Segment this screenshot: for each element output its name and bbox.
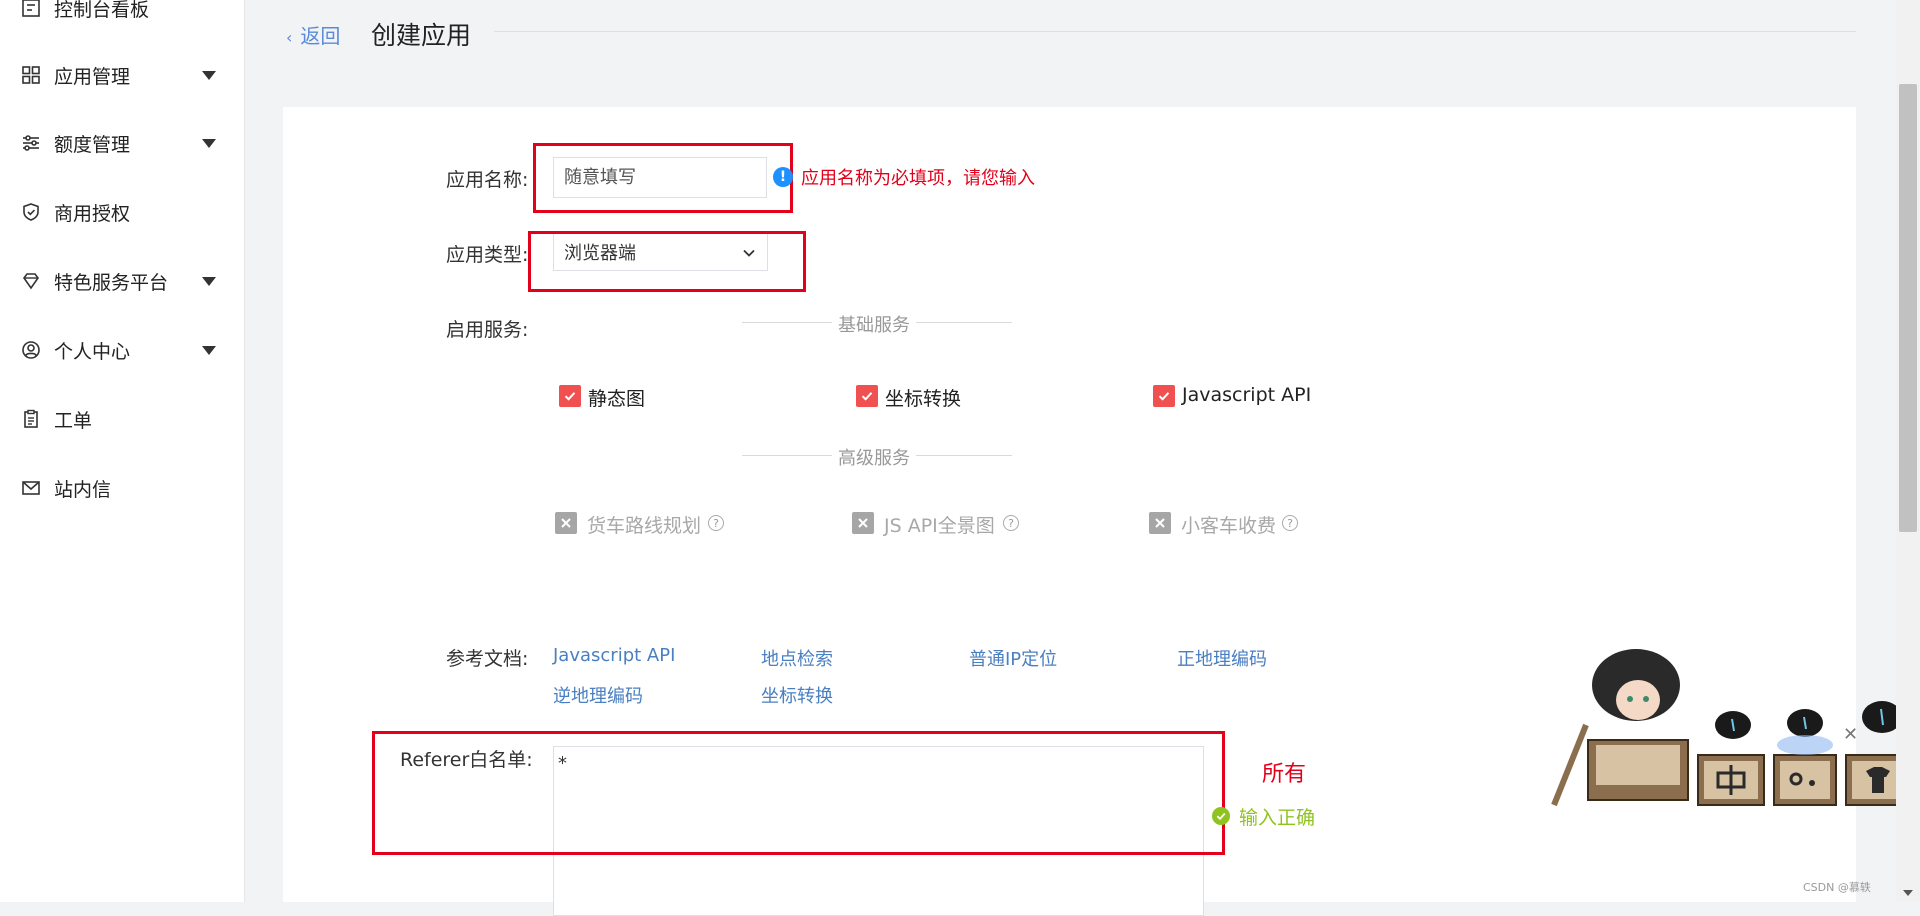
check-icon: [1158, 392, 1170, 401]
app-name-error: 应用名称为必填项，请您输入: [801, 168, 1035, 189]
sidebar-item-label: 控制台看板: [54, 0, 150, 21]
scroll-down-icon[interactable]: [1903, 890, 1913, 896]
sidebar-item-label: 应用管理: [54, 65, 131, 88]
x-icon: [561, 518, 571, 528]
help-icon[interactable]: ?: [1282, 515, 1298, 531]
doc-link-javascript-api[interactable]: Javascript API: [553, 645, 675, 666]
sidebar-item-label: 工单: [54, 409, 93, 432]
close-icon[interactable]: ✕: [1843, 724, 1858, 745]
error-icon: !: [773, 167, 793, 187]
sidebar-item-commercial-license[interactable]: 商用授权: [0, 192, 244, 232]
scrollbar[interactable]: [1896, 0, 1920, 902]
sidebar-item-work-order[interactable]: 工单: [0, 399, 244, 439]
clipboard-icon: [20, 408, 42, 430]
sidebar-item-label: 特色服务平台: [54, 271, 169, 294]
referer-textarea[interactable]: *: [553, 746, 1204, 916]
caret-down-icon: [202, 138, 216, 148]
doc-link-reverse-geocoding[interactable]: 逆地理编码: [553, 682, 643, 708]
sidebar-item-label: 个人中心: [54, 340, 131, 363]
app-type-select[interactable]: 浏览器端: [553, 233, 768, 271]
doc-link-place-search[interactable]: 地点检索: [761, 645, 833, 671]
back-label: 返回: [300, 24, 341, 48]
help-icon[interactable]: ?: [708, 515, 724, 531]
checkbox-javascript-api[interactable]: [1153, 385, 1175, 407]
sidebar-item-dashboard[interactable]: 控制台看板: [0, 0, 244, 28]
sidebar: 控制台看板 应用管理 额度管理 商用授权 特色服务平台 个人中心 工单 站内信: [0, 0, 245, 902]
app-name-input[interactable]: [553, 157, 767, 198]
checkbox-label: JS API全景图: [884, 515, 995, 537]
services-label: 启用服务:: [446, 319, 529, 341]
chevron-down-icon: [743, 249, 755, 257]
checkbox-car-toll[interactable]: [1149, 512, 1171, 534]
checkbox-label: 小客车收费: [1181, 515, 1277, 537]
check-icon: [564, 392, 576, 401]
checkbox-label: 货车路线规划: [587, 515, 702, 537]
checkbox-truck-routing[interactable]: [555, 512, 577, 534]
sidebar-item-inbox[interactable]: 站内信: [0, 468, 244, 508]
chevron-left-icon: ‹: [286, 28, 293, 47]
checkbox-coordinate-conversion[interactable]: [856, 385, 878, 407]
checkbox-label: 静态图: [588, 388, 646, 410]
sidebar-item-label: 额度管理: [54, 133, 131, 156]
app-type-value: 浏览器端: [564, 243, 636, 264]
doc-link-ip-location[interactable]: 普通IP定位: [969, 645, 1057, 671]
watermark: CSDN @慕轶: [1803, 881, 1871, 894]
sidebar-item-label: 站内信: [54, 478, 112, 501]
basic-services-title: 基础服务: [832, 311, 916, 337]
page-title: 创建应用: [371, 21, 472, 50]
caret-down-icon: [202, 345, 216, 355]
checkbox-label: Javascript API: [1182, 384, 1312, 406]
mail-icon: [20, 477, 42, 499]
checkbox-js-api-panorama[interactable]: [852, 512, 874, 534]
sliders-icon: [20, 132, 42, 154]
user-icon: [20, 339, 42, 361]
referer-label: Referer白名单:: [400, 749, 533, 771]
dashboard-icon: [20, 0, 42, 19]
sidebar-item-label: 商用授权: [54, 202, 131, 225]
x-icon: [858, 518, 868, 528]
shield-icon: [20, 201, 42, 223]
diamond-icon: [20, 270, 42, 292]
checkbox-static-map[interactable]: [559, 385, 581, 407]
app-type-label: 应用类型:: [446, 244, 529, 266]
referer-ok-message: 输入正确: [1239, 807, 1316, 829]
caret-down-icon: [202, 70, 216, 80]
sidebar-item-personal-center[interactable]: 个人中心: [0, 330, 244, 370]
advanced-services-title: 高级服务: [832, 444, 916, 470]
grid-icon: [20, 64, 42, 86]
sidebar-item-quota-management[interactable]: 额度管理: [0, 123, 244, 163]
doc-link-coordinate-conversion[interactable]: 坐标转换: [761, 682, 833, 708]
app-name-label: 应用名称:: [446, 169, 529, 191]
scrollbar-thumb[interactable]: [1899, 84, 1917, 532]
sidebar-item-featured-services[interactable]: 特色服务平台: [0, 261, 244, 301]
title-divider: [494, 31, 1856, 32]
doc-link-geocoding[interactable]: 正地理编码: [1177, 645, 1267, 671]
caret-down-icon: [202, 276, 216, 286]
annotation-all: 所有: [1262, 762, 1307, 787]
docs-label: 参考文档:: [446, 648, 529, 670]
x-icon: [1155, 518, 1165, 528]
success-icon: [1212, 807, 1230, 825]
help-icon[interactable]: ?: [1003, 515, 1019, 531]
checkbox-label: 坐标转换: [885, 388, 962, 410]
sidebar-item-app-management[interactable]: 应用管理: [0, 55, 244, 95]
check-icon: [861, 392, 873, 401]
back-link[interactable]: ‹ 返回: [286, 20, 340, 49]
